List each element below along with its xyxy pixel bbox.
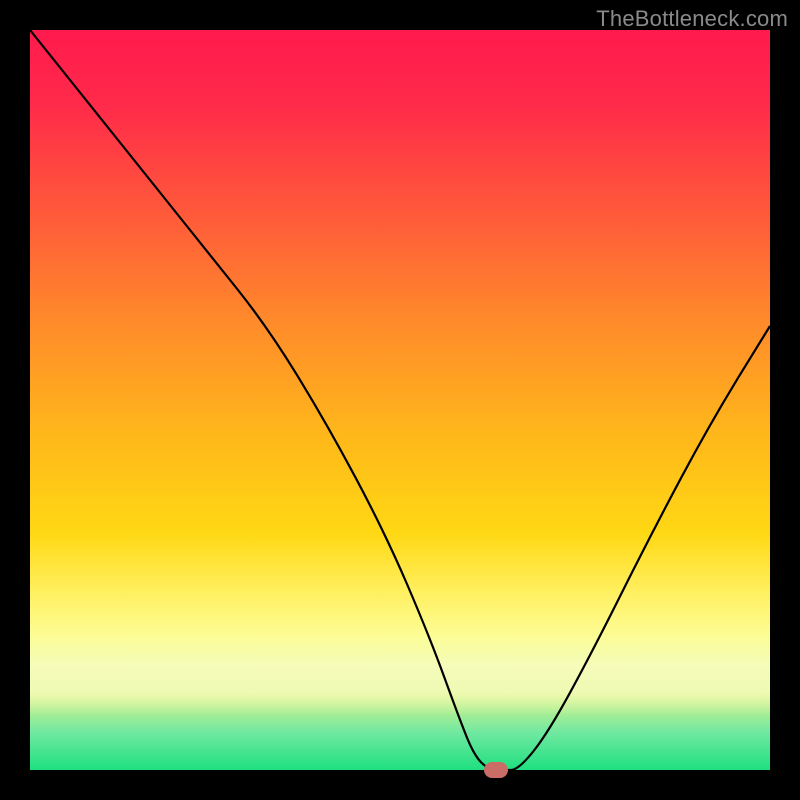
attribution-text: TheBottleneck.com [596,6,788,32]
chart-stage: TheBottleneck.com [0,0,800,800]
plot-area [30,30,770,770]
curve-svg [30,30,770,770]
bottleneck-curve-path [30,30,770,770]
optimal-marker [484,762,508,778]
